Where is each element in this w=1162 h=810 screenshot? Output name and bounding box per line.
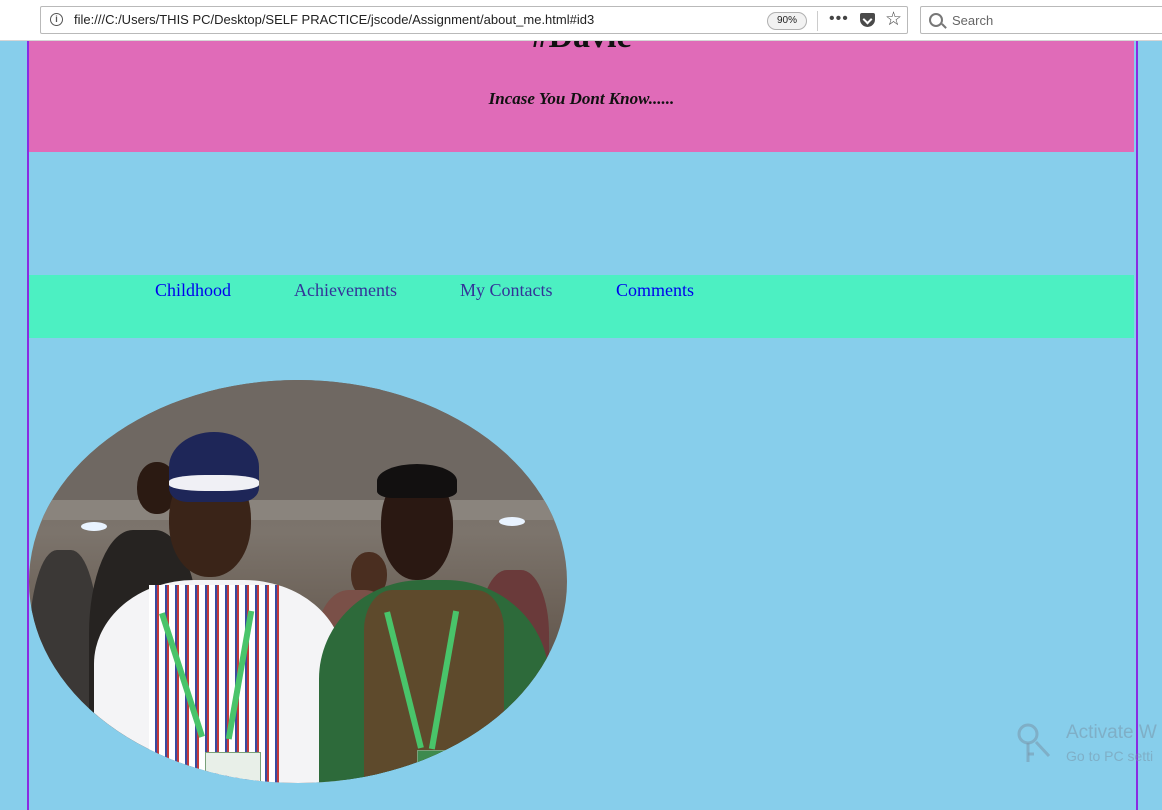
nav-link-my-contacts[interactable]: My Contacts xyxy=(460,280,553,301)
tagline: Incase You Dont Know...... xyxy=(488,89,675,108)
search-bar[interactable]: Search xyxy=(920,6,1162,34)
key-icon xyxy=(1017,723,1051,762)
watermark-subtitle: Go to PC setti xyxy=(1066,748,1154,764)
browser-toolbar: i file:///C:/Users/THIS PC/Desktop/SELF … xyxy=(0,0,1162,41)
pocket-icon[interactable] xyxy=(860,13,875,27)
photo-beanie xyxy=(169,432,259,502)
nav-bar: Childhood Achievements My Contacts Comme… xyxy=(29,275,1134,338)
toolbar-divider xyxy=(817,11,818,31)
photo-badge xyxy=(205,752,261,783)
search-icon xyxy=(929,13,943,27)
nav-link-achievements[interactable]: Achievements xyxy=(294,280,397,301)
star-icon[interactable]: ☆ xyxy=(885,8,902,31)
nav-link-comments[interactable]: Comments xyxy=(616,280,694,301)
site-header: #Davie Incase You Dont Know...... xyxy=(29,18,1134,152)
watermark-title: Activate W xyxy=(1066,722,1157,743)
photo-beanie-band xyxy=(169,475,259,491)
address-bar[interactable]: i file:///C:/Users/THIS PC/Desktop/SELF … xyxy=(40,6,908,34)
photo-badge xyxy=(417,750,469,783)
photo-beam xyxy=(29,500,567,520)
more-icon[interactable]: ••• xyxy=(829,10,849,28)
photo-ceiling xyxy=(29,380,567,520)
photo-lamp xyxy=(81,522,107,531)
photo-hair-right xyxy=(377,464,457,498)
search-placeholder[interactable]: Search xyxy=(952,13,993,28)
info-icon[interactable]: i xyxy=(50,13,63,26)
photo-lamp xyxy=(499,517,525,526)
nav-link-childhood[interactable]: Childhood xyxy=(155,280,231,301)
profile-photo xyxy=(29,380,567,783)
url-text[interactable]: file:///C:/Users/THIS PC/Desktop/SELF PR… xyxy=(74,12,594,27)
zoom-badge[interactable]: 90% xyxy=(767,12,807,30)
